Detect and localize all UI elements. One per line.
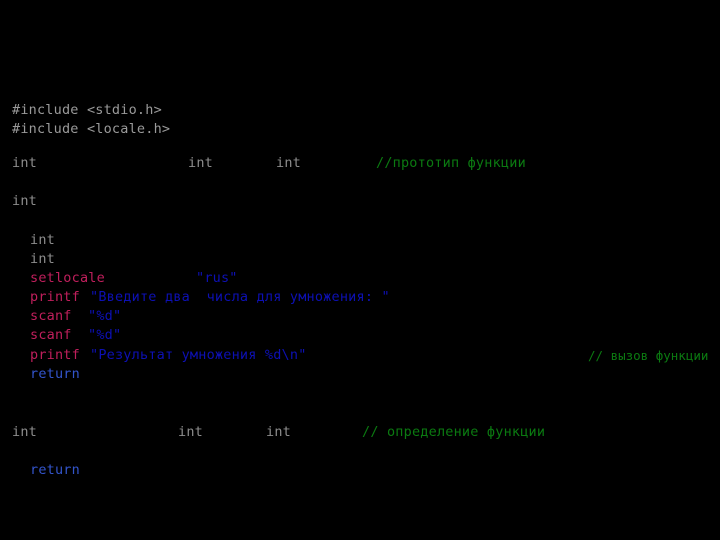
line-prototype: int int int //прототип функции [0, 154, 720, 173]
line-return-main: return [0, 365, 720, 384]
line-include-stdio: #include <stdio.h> [0, 101, 720, 120]
line-decl-b: int [0, 250, 720, 269]
code-slide: #include <stdio.h> #include <locale.h> int… [0, 0, 720, 540]
code-token: "%d" [88, 308, 122, 324]
code-token: "rus" [196, 270, 238, 286]
code-token: return [30, 462, 80, 478]
code-token: int [30, 251, 55, 267]
line-blank-3 [0, 403, 720, 422]
line-main-signature: int [0, 192, 720, 211]
line-return-product: return [0, 461, 720, 480]
code-token: return [30, 366, 80, 382]
code-token: int [178, 424, 203, 440]
code-token: printf [30, 289, 80, 305]
line-close-brace [0, 384, 720, 403]
code-token: #include <locale.h> [12, 121, 171, 137]
line-printf-prompt: printf "Введите два числа для умножения: … [0, 288, 720, 307]
code-token: int [266, 424, 291, 440]
comment-call-function: // вызов функции [588, 348, 709, 363]
code-token: "%d" [88, 327, 122, 343]
code-token: setlocale [30, 270, 105, 286]
code-token: // определение функции [362, 424, 546, 440]
line-include-locale: #include <locale.h> [0, 120, 720, 139]
code-token: int [12, 193, 37, 209]
line-def-close-brace [0, 480, 720, 499]
code-token: "Введите два числа для умножения: " [90, 289, 390, 305]
line-scanf-b: scanf "%d" [0, 326, 720, 345]
code-token: "Результат умножения %d\n" [90, 347, 307, 363]
code-token: printf [30, 347, 80, 363]
code-token: scanf [30, 327, 72, 343]
line-def-open-brace [0, 442, 720, 461]
line-open-brace [0, 211, 720, 230]
code-block: #include <stdio.h> #include <locale.h> int… [0, 0, 720, 540]
line-scanf-a: scanf "%d" [0, 307, 720, 326]
line-decl-a: int [0, 231, 720, 250]
code-token: int [12, 424, 37, 440]
line-blank-2 [0, 173, 720, 192]
code-token: int [188, 155, 213, 171]
code-token: #include <stdio.h> [12, 102, 162, 118]
code-token: int [276, 155, 301, 171]
line-definition: int int int // определение функции [0, 423, 720, 442]
line-setlocale: setlocale "rus" [0, 269, 720, 288]
code-token: scanf [30, 308, 72, 324]
code-token: //прототип функции [376, 155, 526, 171]
code-token: int [12, 155, 37, 171]
code-token: int [30, 232, 55, 248]
